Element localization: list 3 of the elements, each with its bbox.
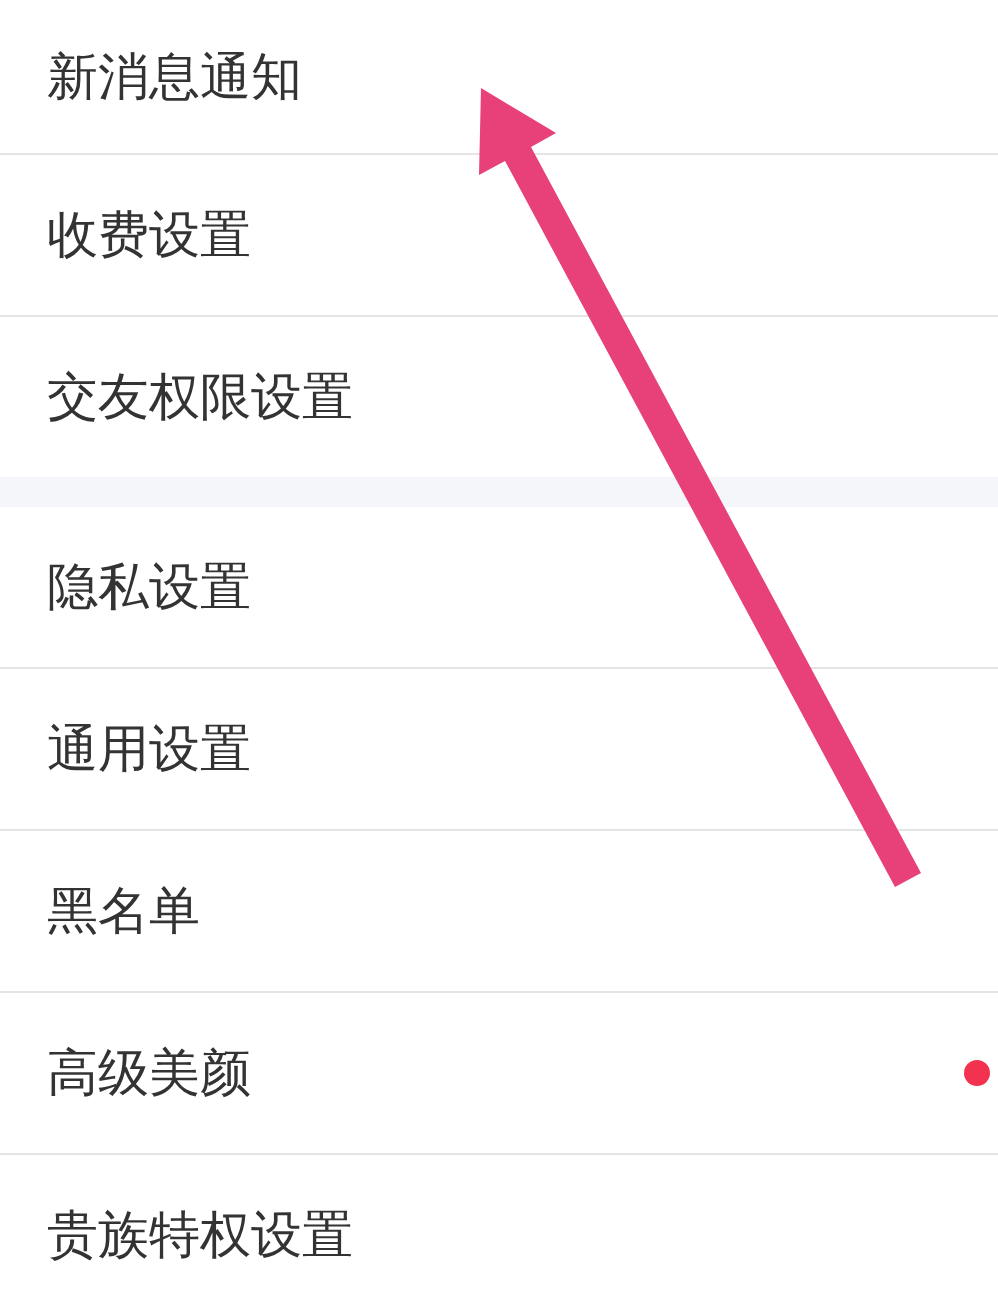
settings-item[interactable]: 高级美颜 bbox=[0, 993, 998, 1155]
settings-item[interactable]: 交友权限设置 bbox=[0, 317, 998, 477]
settings-item[interactable]: 贵族特权设置 bbox=[0, 1155, 998, 1295]
